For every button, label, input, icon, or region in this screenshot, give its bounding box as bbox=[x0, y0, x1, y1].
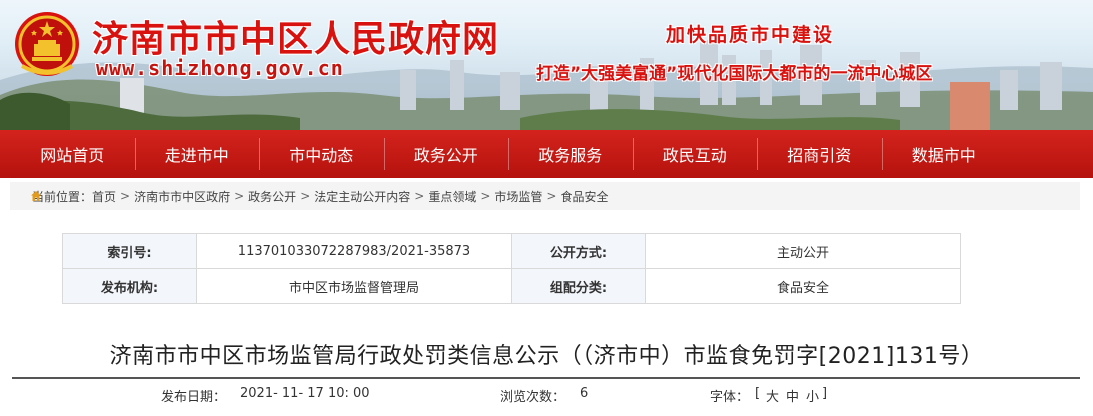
breadcrumb-separator: > bbox=[234, 189, 245, 203]
breadcrumb: 当前位置： 首页 > 济南市市中区政府 > 政务公开 > 法定主动公开内容 > … bbox=[10, 182, 1080, 210]
breadcrumb-link-market[interactable]: 市场监管 bbox=[494, 188, 542, 205]
nav-item-interaction[interactable]: 政民互动 bbox=[632, 130, 758, 178]
font-size-bracket-close: ] bbox=[822, 386, 828, 401]
font-size-bracket-open: [ bbox=[755, 386, 761, 401]
nav-item-data[interactable]: 数据市中 bbox=[881, 130, 1007, 178]
agency-label: 发布机构: bbox=[62, 268, 197, 304]
index-value: 113701033072287983/2021-35873 bbox=[196, 233, 512, 269]
article-title: 济南市市中区市场监管局行政处罚类信息公示（（济市中）市监食免罚字[2021]13… bbox=[109, 344, 984, 369]
breadcrumb-separator: > bbox=[546, 189, 557, 203]
font-size-large-button[interactable]: 大 bbox=[766, 386, 779, 405]
nav-item-gov-info[interactable]: 政务公开 bbox=[383, 130, 509, 178]
breadcrumb-separator: > bbox=[120, 189, 131, 203]
breadcrumb-separator: > bbox=[414, 189, 425, 203]
font-size-small-button[interactable]: 小 bbox=[806, 386, 819, 405]
category-label: 组配分类: bbox=[511, 268, 646, 304]
site-banner: 济南市市中区人民政府网 www.shizhong.gov.cn 加快品质市中建设… bbox=[0, 0, 1093, 130]
agency-value: 市中区市场监督管理局 bbox=[196, 268, 512, 304]
document-info-table: 索引号: 113701033072287983/2021-35873 公开方式:… bbox=[62, 233, 961, 304]
nav-item-investment[interactable]: 招商引资 bbox=[757, 130, 882, 178]
views-value: 6 bbox=[580, 386, 589, 401]
site-title: 济南市市中区人民政府网 bbox=[92, 19, 500, 60]
table-row: 发布机构: 市中区市场监督管理局 组配分类: 食品安全 bbox=[62, 268, 961, 304]
breadcrumb-link-key-areas[interactable]: 重点领域 bbox=[428, 188, 476, 205]
slogan-sub: 打造”大强美富通”现代化国际大都市的一流中心城区 bbox=[536, 64, 933, 84]
slogan-main: 加快品质市中建设 bbox=[666, 24, 835, 46]
publish-mode-value: 主动公开 bbox=[645, 233, 961, 269]
breadcrumb-link-statutory[interactable]: 法定主动公开内容 bbox=[314, 188, 410, 205]
nav-item-services[interactable]: 政务服务 bbox=[508, 130, 633, 178]
breadcrumb-link-gov[interactable]: 济南市市中区政府 bbox=[134, 188, 230, 205]
home-icon bbox=[31, 191, 41, 201]
category-value: 食品安全 bbox=[645, 268, 961, 304]
nav-item-home[interactable]: 网站首页 bbox=[10, 130, 135, 178]
breadcrumb-link-home[interactable]: 首页 bbox=[92, 188, 116, 205]
main-nav: 网站首页 走进市中 市中动态 政务公开 政务服务 政民互动 招商引资 数据市中 bbox=[0, 130, 1093, 178]
title-divider bbox=[12, 377, 1080, 379]
font-size-medium-button[interactable]: 中 bbox=[786, 386, 799, 405]
publish-mode-label: 公开方式: bbox=[511, 233, 646, 269]
views-label: 浏览次数： bbox=[500, 390, 566, 405]
article-meta: 发布日期： 2021- 11- 17 10: 00 浏览次数： 6 字体： [ … bbox=[0, 386, 1093, 406]
breadcrumb-separator: > bbox=[300, 189, 311, 203]
nav-item-news[interactable]: 市中动态 bbox=[259, 130, 384, 178]
breadcrumb-link-gov-info[interactable]: 政务公开 bbox=[248, 188, 296, 205]
index-label: 索引号: bbox=[62, 233, 197, 269]
site-url: www.shizhong.gov.cn bbox=[96, 56, 344, 80]
breadcrumb-separator: > bbox=[480, 189, 491, 203]
breadcrumb-link-food-safety[interactable]: 食品安全 bbox=[560, 188, 608, 205]
national-emblem-icon bbox=[15, 12, 79, 76]
publish-date-label: 发布日期： bbox=[161, 390, 227, 405]
table-row: 索引号: 113701033072287983/2021-35873 公开方式:… bbox=[62, 233, 961, 269]
publish-date-value: 2021- 11- 17 10: 00 bbox=[240, 386, 370, 401]
font-size-label: 字体： bbox=[710, 390, 750, 405]
nav-item-about[interactable]: 走进市中 bbox=[134, 130, 260, 178]
